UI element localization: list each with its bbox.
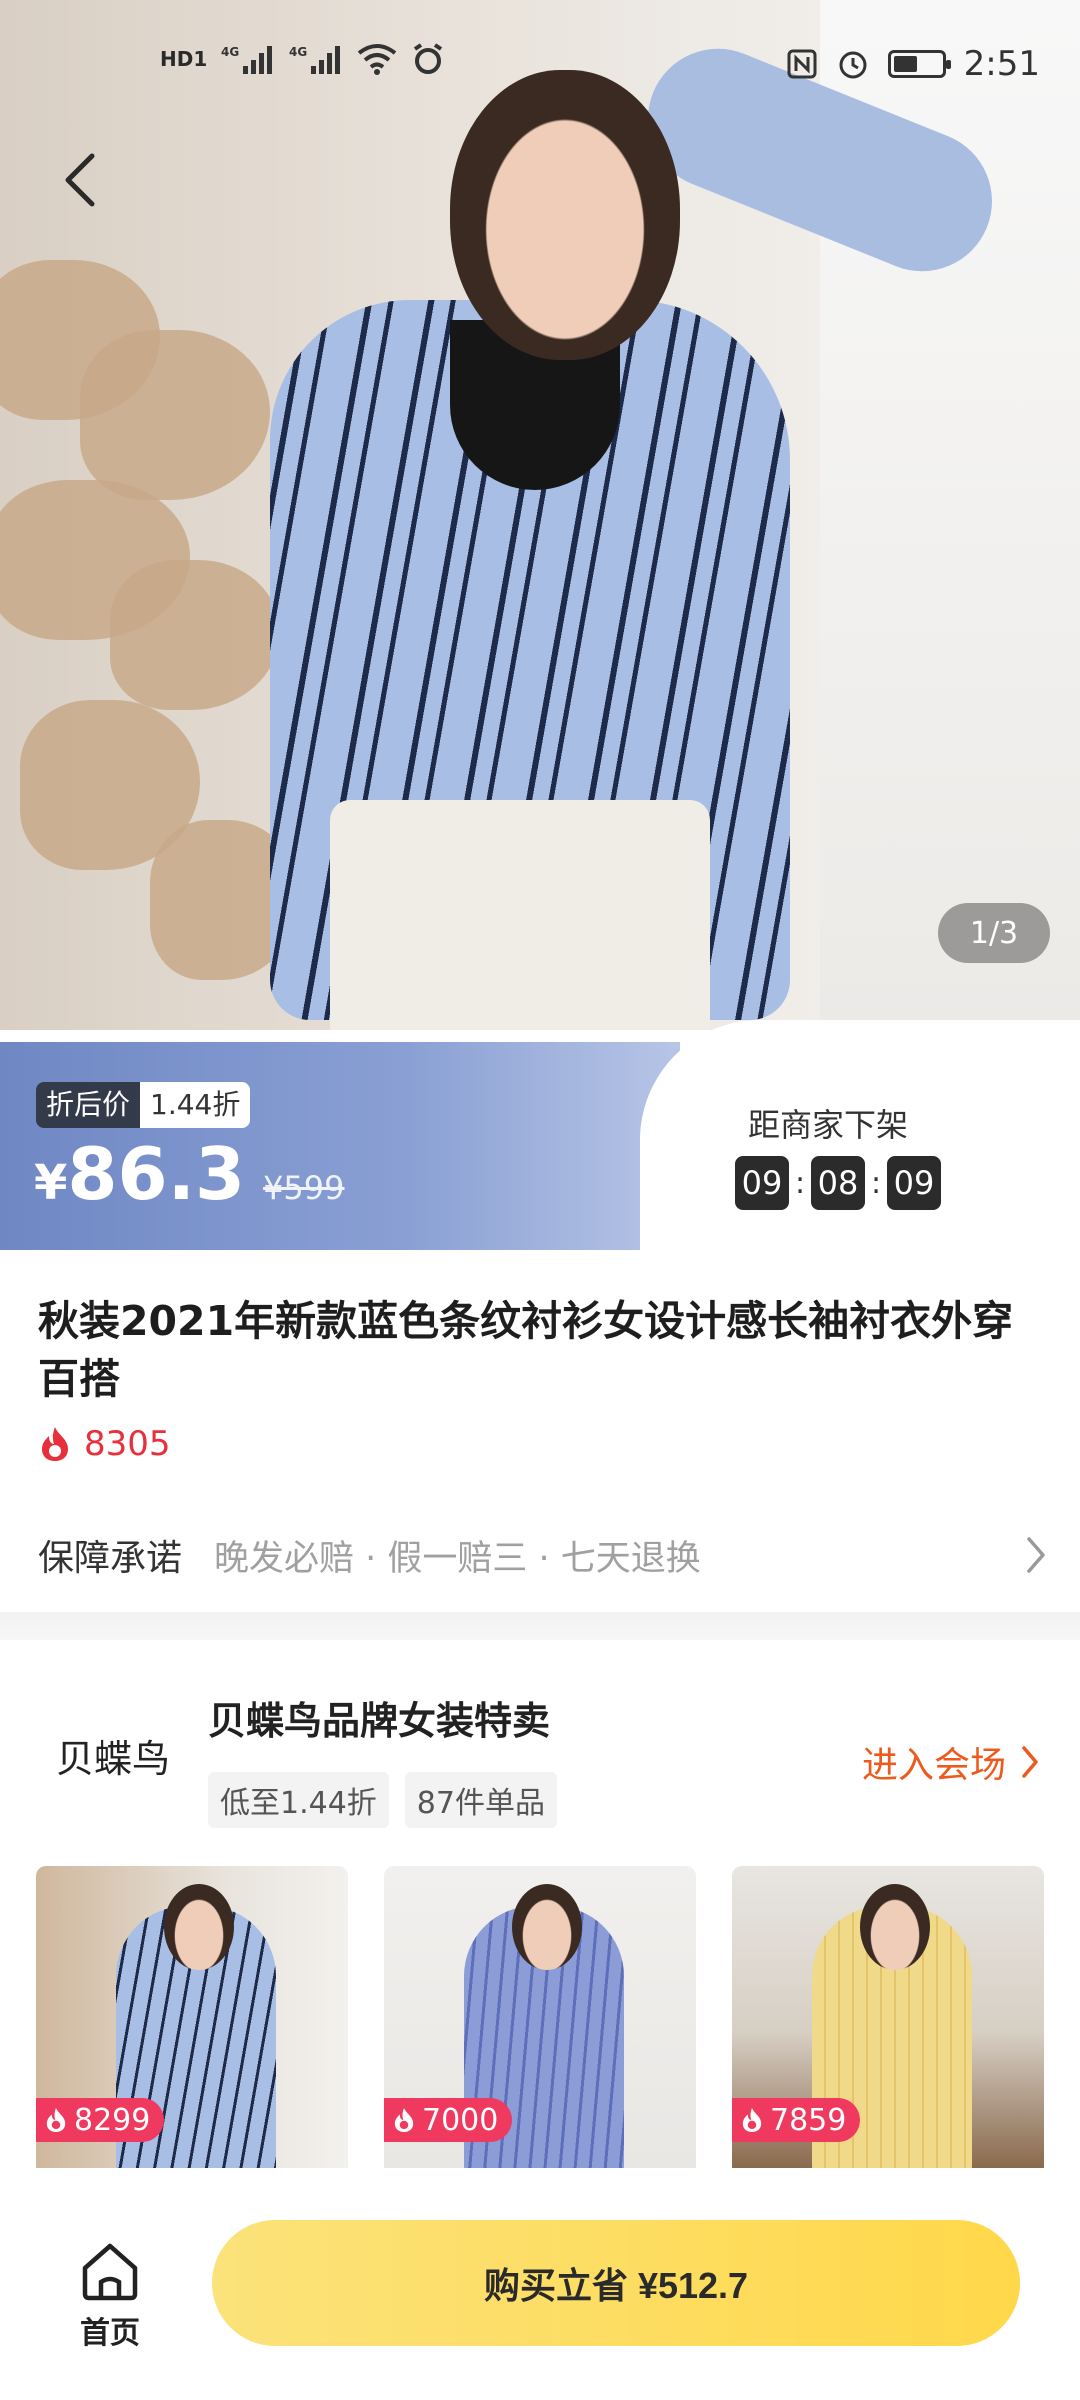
hd-label: HD1 (160, 47, 208, 71)
status-icons-left: HD1 4G 4G (160, 42, 445, 76)
countdown-title: 距商家下架 (748, 1106, 909, 1144)
heat-count: 8305 (38, 1424, 171, 1464)
guarantee-row[interactable]: 保障承诺 晚发必赔 · 假一赔三 · 七天退换 (38, 1520, 1048, 1590)
product-title: 秋装2021年新款蓝色条纹衬衫女设计感长袖衬衣外穿百搭 (38, 1297, 1014, 1403)
current-price: ¥ 86.3 ¥599 (34, 1132, 345, 1216)
discount-value: 1.44折 (140, 1082, 251, 1128)
price-value: 86.3 (67, 1132, 246, 1216)
heat-value: 8305 (84, 1424, 171, 1464)
price-banner: 折后价 1.44折 ¥ 86.3 ¥599 距商家下架 09 : 08 : 09 (0, 1020, 1080, 1250)
home-tab[interactable]: 首页 (60, 2238, 160, 2352)
chevron-left-icon (65, 153, 95, 207)
discount-tag-label: 折后价 (36, 1082, 141, 1128)
heat-badge-value: 7859 (770, 2102, 847, 2138)
store-tag: 低至1.44折 (208, 1772, 389, 1828)
heat-badge-value: 8299 (74, 2102, 151, 2138)
signal-icon-2: 4G (289, 45, 341, 74)
svg-text:4G: 4G (289, 45, 307, 59)
back-button[interactable] (40, 140, 120, 220)
countdown-minutes: 08 (811, 1156, 865, 1210)
store-name[interactable]: 贝蝶鸟品牌女装特卖 (208, 1690, 550, 1745)
store-logo[interactable]: 贝蝶鸟 (56, 1728, 170, 1783)
store-product-item[interactable]: 7859 (732, 1866, 1044, 2168)
nfc-icon (787, 49, 817, 79)
battery-icon (887, 50, 951, 78)
countdown-separator: : (871, 1165, 882, 1201)
heat-badge: 7859 (732, 2098, 861, 2142)
flame-icon (46, 2108, 66, 2132)
buy-button[interactable]: 购买立省 ¥512.7 (212, 2220, 1020, 2346)
clock-alarm-icon (839, 51, 867, 79)
wifi-icon (358, 44, 397, 75)
section-divider (0, 1612, 1080, 1640)
heat-badge: 8299 (36, 2098, 165, 2142)
flame-icon (742, 2108, 762, 2132)
heat-badge-value: 7000 (422, 2102, 499, 2138)
chevron-right-icon (1027, 1537, 1045, 1573)
countdown-seconds: 09 (887, 1156, 941, 1210)
decor-shape (80, 330, 270, 500)
enter-venue-link[interactable]: 进入会场 (862, 1736, 1040, 1788)
enter-venue-label: 进入会场 (861, 1745, 1006, 1786)
guarantee-label: 保障承诺 (38, 1538, 183, 1579)
store-tag: 87件单品 (404, 1772, 557, 1828)
image-counter: 1/3 (938, 903, 1050, 963)
guarantee-items: 晚发必赔 · 假一赔三 · 七天退换 (214, 1538, 701, 1579)
status-bar: HD1 4G 4G 2:51 (0, 0, 1080, 130)
svg-text:4G: 4G (221, 45, 239, 59)
model-pants (330, 800, 710, 1030)
original-price: ¥599 (263, 1169, 345, 1207)
store-product-item[interactable]: 7000 (384, 1866, 696, 2168)
chevron-right-icon (1022, 1746, 1038, 1778)
battery-fill (893, 56, 917, 72)
home-tab-label: 首页 (80, 2316, 140, 2351)
thumb-face (512, 1884, 582, 1970)
thumb-face (860, 1884, 930, 1970)
currency-symbol: ¥ (34, 1155, 68, 1211)
store-product-item[interactable]: 8299 (36, 1866, 348, 2168)
countdown-separator: : (795, 1165, 806, 1201)
home-icon (82, 2243, 138, 2301)
status-icons-right: 2:51 (786, 44, 1040, 84)
bottom-action-bar: 首页 购买立省 ¥512.7 (0, 2190, 1080, 2400)
store-product-list: 8299 7000 7859 (36, 1866, 1044, 2168)
thumb-face (164, 1884, 234, 1970)
countdown-hours: 09 (735, 1156, 789, 1210)
alarm-icon (414, 43, 443, 74)
status-time: 2:51 (963, 44, 1040, 84)
flame-icon (42, 1427, 68, 1461)
discount-tag: 折后价 1.44折 (36, 1082, 251, 1128)
heat-badge: 7000 (384, 2098, 513, 2142)
flame-icon (394, 2108, 414, 2132)
product-image-carousel[interactable] (0, 0, 1080, 1030)
store-tags: 低至1.44折 87件单品 (208, 1772, 557, 1828)
countdown-timer: 09 : 08 : 09 (735, 1156, 941, 1210)
decor-shape (110, 560, 280, 710)
signal-icon: 4G (221, 45, 273, 74)
